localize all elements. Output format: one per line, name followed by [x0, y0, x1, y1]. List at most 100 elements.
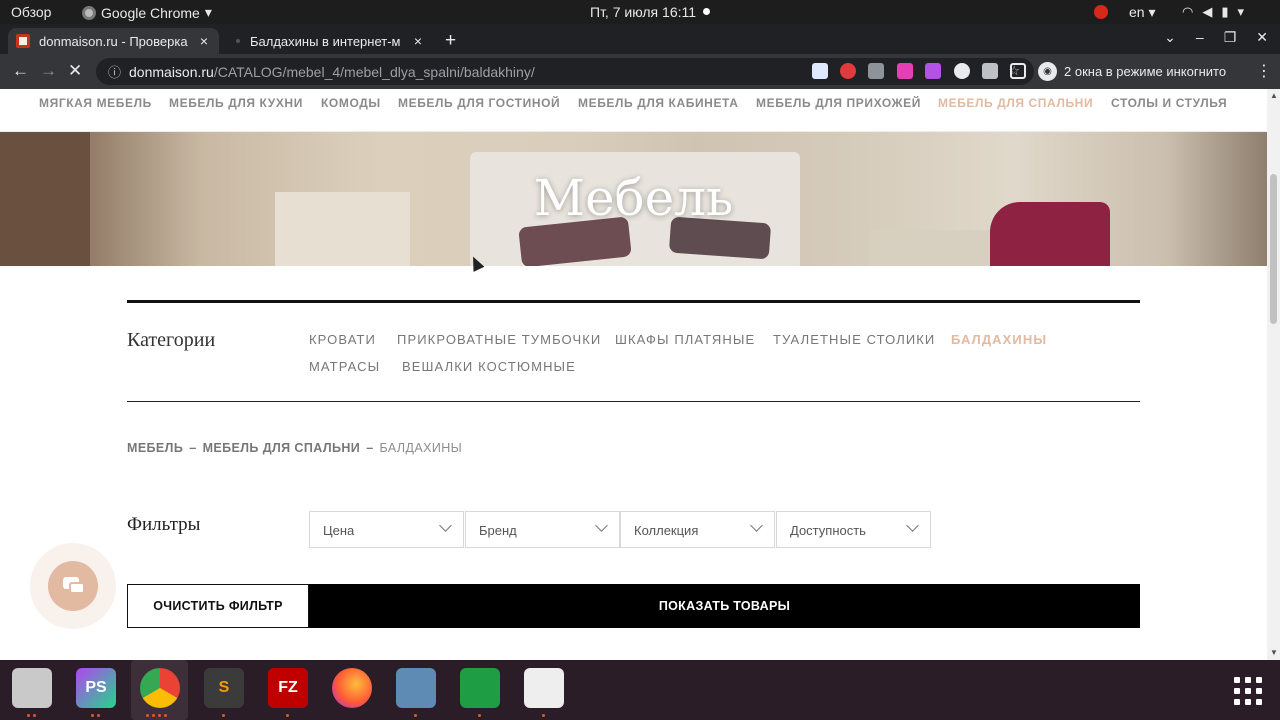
- back-icon[interactable]: ←: [12, 61, 29, 81]
- category-dressing-tables[interactable]: ТУАЛЕТНЫЕ СТОЛИКИ: [773, 332, 935, 347]
- scroll-down-icon[interactable]: ▼: [1270, 648, 1278, 657]
- extension-circle-icon[interactable]: [954, 63, 970, 79]
- category-mattresses[interactable]: МАТРАСЫ: [309, 359, 380, 374]
- breadcrumb-item[interactable]: МЕБЕЛЬ ДЛЯ СПАЛЬНИ: [203, 441, 361, 455]
- chat-icon: [48, 561, 98, 611]
- incognito-indicator[interactable]: ◉ 2 окна в режиме инкогнито: [1038, 62, 1226, 81]
- running-indicator: [27, 714, 36, 718]
- filter-availability-dropdown[interactable]: Доступность: [776, 511, 931, 548]
- maximize-icon[interactable]: ❐: [1224, 29, 1237, 46]
- breadcrumb-separator: –: [189, 441, 197, 455]
- chrome-icon: [82, 5, 96, 20]
- filezilla-icon[interactable]: FZ: [268, 668, 308, 708]
- running-indicator: [91, 714, 100, 718]
- close-tab-icon[interactable]: ×: [197, 33, 211, 49]
- forward-icon[interactable]: →: [40, 61, 57, 81]
- page-scrollbar[interactable]: ▲ ▼: [1267, 89, 1280, 660]
- stop-loading-icon[interactable]: ✕: [68, 61, 82, 81]
- category-suit-hangers[interactable]: ВЕШАЛКИ КОСТЮМНЫЕ: [402, 359, 576, 374]
- system-top-bar: Обзор Google Chrome ▾ Пт, 7 июля 16:11 e…: [0, 0, 1280, 24]
- tab-search-icon[interactable]: ⌄: [1164, 29, 1176, 46]
- show-applications-icon[interactable]: [1234, 677, 1262, 705]
- dock: PS S FZ: [0, 660, 1280, 720]
- wifi-icon: ◠: [1182, 4, 1194, 19]
- category-wardrobes[interactable]: ШКАФЫ ПЛАТЯНЫЕ: [615, 332, 755, 347]
- dropdown-label: Цена: [323, 523, 355, 538]
- dropdown-label: Коллекция: [634, 523, 699, 538]
- url-path: /CATALOG/mebel_4/mebel_dlya_spalni/balda…: [213, 63, 535, 80]
- category-beds[interactable]: КРОВАТИ: [309, 332, 376, 347]
- firefox-icon[interactable]: [332, 668, 372, 708]
- category-canopies[interactable]: БАЛДАХИНЫ: [951, 332, 1047, 347]
- more-menu-icon[interactable]: ⋮: [1256, 61, 1272, 81]
- extension-color-icon[interactable]: [897, 63, 913, 79]
- category-nightstands[interactable]: ПРИКРОВАТНЫЕ ТУМБОЧКИ: [397, 332, 601, 347]
- chevron-down-icon: ▾: [1237, 4, 1245, 19]
- scrollbar-thumb[interactable]: [1270, 174, 1277, 324]
- tab-donmaison-check[interactable]: donmaison.ru - Проверка ×: [8, 28, 219, 54]
- nav-item-living-room[interactable]: МЕБЕЛЬ ДЛЯ ГОСТИНОЙ: [398, 96, 560, 110]
- spreadsheet-icon[interactable]: [460, 668, 500, 708]
- site-main-nav: МЯГКАЯ МЕБЕЛЬ МЕБЕЛЬ ДЛЯ КУХНИ КОМОДЫ МЕ…: [0, 89, 1267, 132]
- chat-widget-button[interactable]: [30, 543, 116, 629]
- running-indicator: [414, 714, 417, 718]
- nav-item-tables-chairs[interactable]: СТОЛЫ И СТУЛЬЯ: [1111, 96, 1227, 110]
- folder-icon[interactable]: [12, 668, 52, 708]
- site-favicon-icon: [16, 34, 30, 48]
- tab-title: donmaison.ru - Проверка: [39, 33, 188, 49]
- volume-icon: ◀: [1202, 4, 1213, 19]
- clock[interactable]: Пт, 7 июля 16:11: [590, 4, 696, 20]
- extension-chart-icon[interactable]: [812, 63, 828, 79]
- extension-camera-icon[interactable]: [868, 63, 884, 79]
- side-panel-icon[interactable]: [1010, 63, 1026, 79]
- breadcrumb: МЕБЕЛЬ – МЕБЕЛЬ ДЛЯ СПАЛЬНИ – БАЛДАХИНЫ: [127, 441, 462, 455]
- new-tab-button[interactable]: +: [445, 30, 456, 52]
- nav-item-kitchen[interactable]: МЕБЕЛЬ ДЛЯ КУХНИ: [169, 96, 303, 110]
- notification-dot-icon: [703, 8, 710, 15]
- filter-collection-dropdown[interactable]: Коллекция: [620, 511, 775, 548]
- filter-price-dropdown[interactable]: Цена: [309, 511, 464, 548]
- chevron-down-icon: [439, 519, 452, 532]
- nav-item-bedroom[interactable]: МЕБЕЛЬ ДЛЯ СПАЛЬНИ: [938, 96, 1093, 110]
- tab-strip: donmaison.ru - Проверка × Балдахины в ин…: [0, 24, 1280, 54]
- nav-item-hallway[interactable]: МЕБЕЛЬ ДЛЯ ПРИХОЖЕЙ: [756, 96, 921, 110]
- close-window-icon[interactable]: ✕: [1256, 29, 1268, 46]
- chrome-icon[interactable]: [140, 668, 180, 708]
- filter-brand-dropdown[interactable]: Бренд: [465, 511, 620, 548]
- scroll-up-icon[interactable]: ▲: [1270, 91, 1278, 100]
- tab-baldakhiny[interactable]: Балдахины в интернет-м ×: [228, 28, 433, 54]
- site-info-icon[interactable]: ⓘ: [108, 62, 121, 81]
- sublime-icon[interactable]: S: [204, 668, 244, 708]
- document-viewer-icon[interactable]: [524, 668, 564, 708]
- phpstorm-icon[interactable]: PS: [76, 668, 116, 708]
- video-icon[interactable]: [396, 668, 436, 708]
- activities-button[interactable]: Обзор: [11, 4, 51, 20]
- keyboard-layout[interactable]: en ▾: [1129, 4, 1156, 21]
- breadcrumb-item[interactable]: МЕБЕЛЬ: [127, 441, 183, 455]
- app-menu[interactable]: Google Chrome ▾: [82, 4, 212, 21]
- extensions-puzzle-icon[interactable]: [982, 63, 998, 79]
- clear-filter-button[interactable]: ОЧИСТИТЬ ФИЛЬТР: [127, 584, 309, 628]
- show-products-button[interactable]: ПОКАЗАТЬ ТОВАРЫ: [309, 584, 1140, 628]
- extension-pen-icon[interactable]: [925, 63, 941, 79]
- tab-title: Балдахины в интернет-м: [250, 33, 401, 49]
- dropdown-label: Доступность: [790, 523, 866, 538]
- extension-abp-icon[interactable]: [840, 63, 856, 79]
- loading-icon: [236, 39, 240, 43]
- record-indicator-icon[interactable]: [1094, 5, 1108, 19]
- nav-item-soft-furniture[interactable]: МЯГКАЯ МЕБЕЛЬ: [39, 96, 152, 110]
- dropdown-label: Бренд: [479, 523, 517, 538]
- nav-item-office[interactable]: МЕБЕЛЬ ДЛЯ КАБИНЕТА: [578, 96, 739, 110]
- system-tray[interactable]: ◠ ◀ ▮ ▾: [1182, 5, 1244, 19]
- minimize-icon[interactable]: –: [1196, 29, 1204, 46]
- chevron-down-icon: [595, 519, 608, 532]
- close-tab-icon[interactable]: ×: [411, 33, 425, 49]
- page-viewport: МЯГКАЯ МЕБЕЛЬ МЕБЕЛЬ ДЛЯ КУХНИ КОМОДЫ МЕ…: [0, 89, 1267, 660]
- hero-banner: Мебель: [0, 132, 1267, 266]
- app-name: Google Chrome: [101, 4, 200, 21]
- running-indicator: [478, 714, 481, 718]
- nav-item-dressers[interactable]: КОМОДЫ: [321, 96, 381, 110]
- address-bar[interactable]: ⓘ donmaison.ru /CATALOG/mebel_4/mebel_dl…: [96, 58, 1034, 85]
- category-panel: Категории КРОВАТИ ПРИКРОВАТНЫЕ ТУМБОЧКИ …: [127, 300, 1140, 402]
- page-title: Мебель: [533, 169, 734, 227]
